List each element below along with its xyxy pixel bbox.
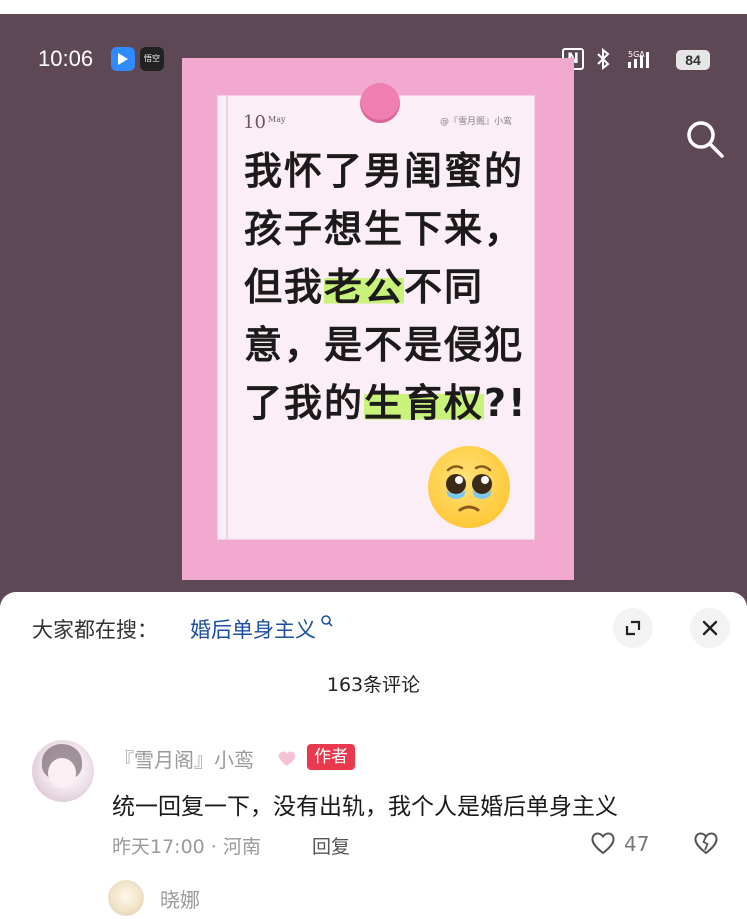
headline-line: 我怀了男闺蜜的: [244, 142, 522, 200]
headline-text: ?!: [484, 381, 528, 425]
headline-line: 了我的生育权?!: [244, 374, 525, 432]
trending-search-term[interactable]: 婚后单身主义: [190, 618, 316, 642]
dislike-icon[interactable]: [691, 828, 721, 856]
top-strip: [0, 0, 747, 14]
note-date-month: May: [268, 115, 286, 124]
headline-text: 了我的: [244, 381, 365, 425]
headline-highlight: 老公: [324, 265, 405, 309]
post-media[interactable]: 10:06 悟空 N 5GA 84 10 May @『雪月阁』小鸾: [0, 0, 747, 606]
comment-author-avatar[interactable]: [32, 740, 94, 802]
battery-indicator: 84: [676, 50, 710, 70]
pin-icon: [360, 83, 400, 123]
trending-search-link[interactable]: 婚后单身主义: [190, 614, 334, 644]
app-notification-badge: 悟空: [140, 47, 164, 71]
status-time: 10:06: [38, 46, 94, 71]
expand-button[interactable]: [613, 608, 653, 648]
trending-search-label: 大家都在搜：: [32, 618, 158, 642]
headline-line: 孩子想生下来，: [244, 200, 522, 258]
bluetooth-icon: [594, 47, 614, 72]
note-credit-text: @『雪月阁』小鸾: [440, 117, 513, 127]
signal-icon: 5GA: [626, 48, 666, 72]
close-icon: [702, 620, 718, 636]
heart-icon: [278, 751, 296, 766]
headline-line: 但我老公不同: [244, 258, 514, 316]
headline-text: 但我: [244, 265, 325, 309]
reply-author-name[interactable]: 晓娜: [160, 884, 200, 913]
comment-meta: 昨天17:00 · 河南: [112, 836, 261, 858]
search-icon[interactable]: [684, 118, 726, 160]
expand-icon: [625, 620, 641, 636]
comments-count: 163条评论: [326, 674, 421, 696]
comments-sheet: 大家都在搜： 婚后单身主义 163条评论 『雪月阁』小鸾 作者 统一回复一下，没…: [0, 592, 747, 919]
headline-line: 意，是不是侵犯: [244, 316, 522, 374]
search-small-icon: [316, 615, 334, 632]
headline-text: 不同: [404, 265, 485, 309]
like-count: 47: [624, 832, 650, 856]
post-headline: 我怀了男闺蜜的 孩子想生下来， 但我老公不同 意，是不是侵犯 了我的生育权?!: [244, 142, 525, 432]
pleading-face-icon: [428, 446, 510, 528]
headline-text: 我怀了男闺蜜的: [244, 149, 525, 193]
author-badge: 作者: [307, 744, 355, 770]
headline-text: 意，是不是侵犯: [244, 323, 525, 367]
reply-avatar[interactable]: [108, 880, 144, 916]
headline-highlight: 生育权: [364, 381, 485, 425]
app-notification-icon: [111, 47, 135, 71]
comment-text: 统一回复一下，没有出轨，我个人是婚后单身主义: [112, 794, 618, 820]
note-credit: @『雪月阁』小鸾: [440, 114, 512, 127]
note-date-day: 10: [243, 112, 266, 133]
comment-author-name[interactable]: 『雪月阁』小鸾: [114, 744, 254, 773]
paper-margin-line: [226, 96, 228, 539]
reply-button[interactable]: 回复: [312, 832, 350, 859]
headline-text: 孩子想生下来，: [244, 207, 525, 251]
close-button[interactable]: [690, 608, 730, 648]
like-icon[interactable]: [588, 828, 618, 856]
